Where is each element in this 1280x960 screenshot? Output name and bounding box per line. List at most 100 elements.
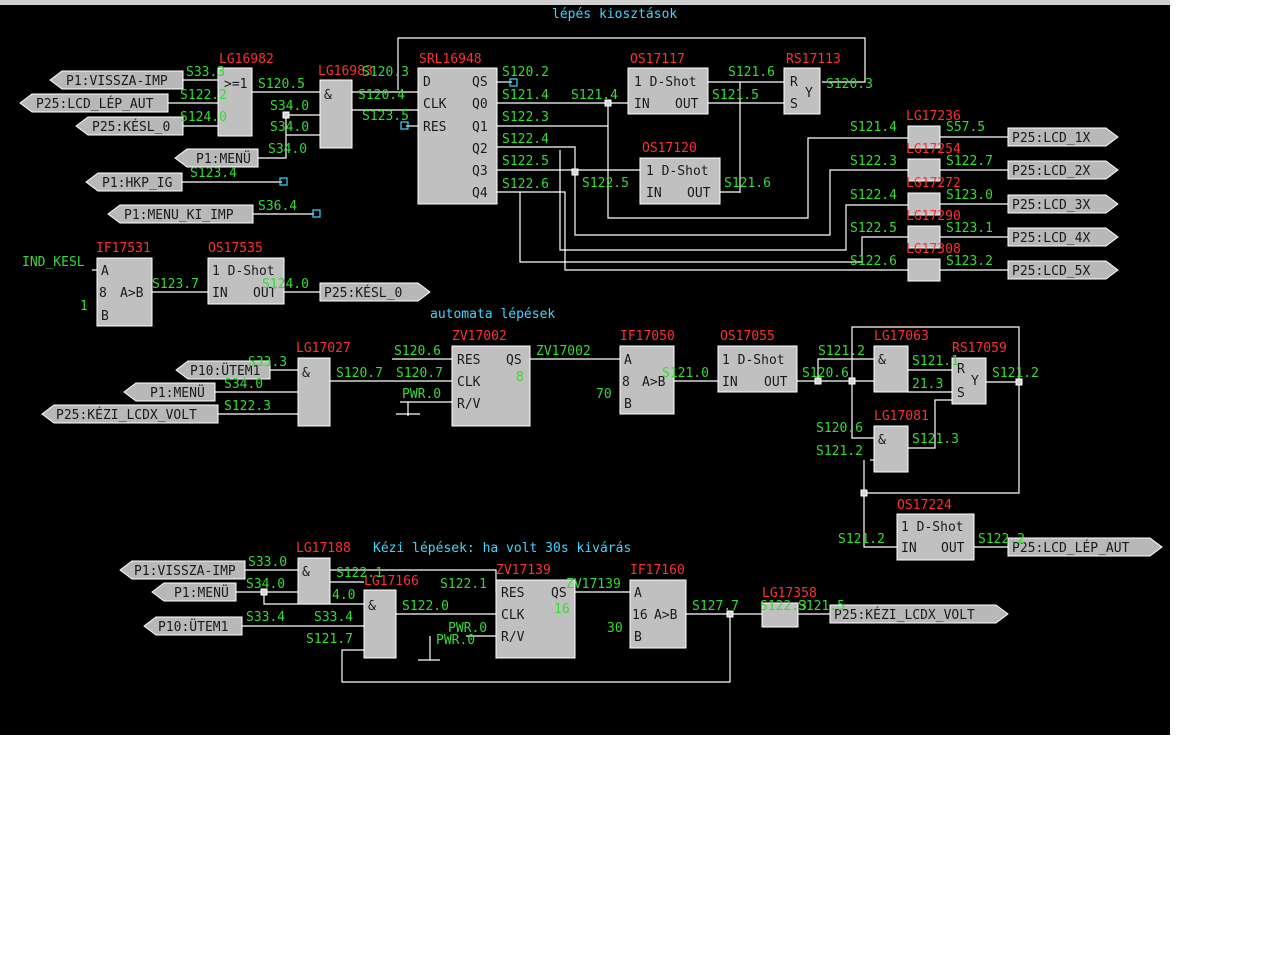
block-text: A>B (120, 286, 144, 301)
signal-label: IND_KESL (22, 255, 85, 270)
signal-label: S122.1 (336, 566, 383, 581)
tag-p1-hkp-ig[interactable]: P1:HKP_IG (85, 172, 183, 192)
block-text: 8 (622, 375, 630, 390)
tag-p25-lcd-5x[interactable]: P25:LCD_5X (1007, 260, 1119, 280)
tag-p25-kesl-0-out[interactable]: P25:KÉSL_0 (319, 282, 431, 302)
block-text: P1:VISSZA-IMP (66, 74, 168, 89)
signal-label: S123.7 (152, 277, 199, 292)
block-lg17166[interactable]: LG17166 & (363, 574, 419, 659)
block-os17120[interactable]: OS17120 1 D-Shot IN OUT (639, 141, 721, 205)
tag-p25-lcd-2x[interactable]: P25:LCD_2X (1007, 160, 1119, 180)
signal-label: S124.0 (262, 277, 309, 292)
tag-p25-lcd-lep-aut-out[interactable]: P25:LCD_LÉP_AUT (1007, 537, 1163, 557)
signal-label: S123.5 (362, 109, 409, 124)
block-text: LG17081 (874, 409, 929, 424)
block-text: 16 (632, 608, 648, 623)
signal-label: S122.2 (978, 532, 1025, 547)
signal-label: ZV17002 (536, 344, 591, 359)
block-text: P25:LCD_2X (1012, 164, 1090, 179)
block-text: A>B (654, 608, 678, 623)
tag-p1-menu-kezi[interactable]: P1:MENÜ (151, 582, 237, 602)
block-text: & (324, 88, 332, 103)
tag-p1-menu-ki-imp[interactable]: P1:MENU_KI_IMP (107, 204, 254, 224)
tag-p10-utem1-kezi[interactable]: P10:ÜTEM1 (143, 616, 243, 636)
signal-label: S122.4 (502, 132, 549, 147)
signal-label: S122.2 (180, 88, 227, 103)
block-text: ZV17139 (496, 563, 551, 578)
signal-label: S120.3 (362, 65, 409, 80)
signal-label: 1 (80, 299, 88, 314)
block-text: & (368, 599, 376, 614)
tag-p1-menu-auto[interactable]: P1:MENÜ (123, 382, 216, 402)
block-text: Y (805, 86, 813, 101)
signal-label: S36.4 (258, 199, 297, 214)
tag-p25-kezi-lcdx-volt-in[interactable]: P25:KÉZI_LCDX_VOLT (41, 404, 219, 424)
block-text: & (302, 366, 310, 381)
block-text: A (624, 353, 632, 368)
tag-p1-menu[interactable]: P1:MENÜ (174, 148, 259, 168)
block-text: 1 D-Shot (901, 520, 964, 535)
block-text: OUT (764, 375, 788, 390)
block-text: CLK (423, 97, 447, 112)
block-os17535[interactable]: OS17535 1 D-Shot IN OUT (207, 241, 285, 305)
block-text: SRL16948 (419, 52, 482, 67)
block-text: RES (423, 120, 446, 135)
block-text: P25:LCD_5X (1012, 264, 1090, 279)
tag-p25-lcd-3x[interactable]: P25:LCD_3X (1007, 194, 1119, 214)
block-text: IN (646, 186, 662, 201)
block-text: ZV17002 (452, 329, 507, 344)
block-srl16948[interactable]: SRL16948 D CLK RES QS Q0 Q1 Q2 Q3 Q4 (417, 52, 498, 205)
tag-p25-kezi-lcdx-volt-out[interactable]: P25:KÉZI_LCDX_VOLT (829, 604, 1009, 624)
block-text: OS17535 (208, 241, 263, 256)
block-if17531[interactable]: IF17531 A 8 A>B B (96, 241, 153, 327)
signal-label: S127.7 (692, 599, 739, 614)
block-text: CLK (501, 608, 525, 623)
block-text: OUT (675, 97, 699, 112)
block-if17160[interactable]: IF17160 A 16 A>B B (629, 563, 687, 649)
tag-p25-kesl-0-in[interactable]: P25:KÉSL_0 (75, 116, 184, 136)
block-text: LG17027 (296, 341, 351, 356)
signal-label: S121.4 (850, 120, 897, 135)
signal-label: S121.2 (838, 532, 885, 547)
tag-p25-lcd-lep-aut-in[interactable]: P25:LCD_LÉP_AUT (19, 93, 169, 113)
signal-label: S122.6 (502, 177, 549, 192)
block-os17055[interactable]: OS17055 1 D-Shot IN OUT (717, 329, 798, 393)
block-zv17139[interactable]: ZV17139 RES CLK R/V QS 16 (495, 563, 576, 659)
block-lg17027[interactable]: LG17027 & (296, 341, 351, 427)
block-text: A (634, 586, 642, 601)
block-text: Y (971, 374, 979, 389)
signal-label: S33.3 (248, 355, 287, 370)
signal-label: S57.5 (946, 120, 985, 135)
tag-p1-vissza-imp[interactable]: P1:VISSZA-IMP (49, 70, 184, 90)
signal-label: 21.3 (912, 377, 943, 392)
signal-label: ZV17139 (566, 577, 621, 592)
block-os17117[interactable]: OS17117 1 D-Shot IN OUT (627, 52, 709, 115)
block-text: RES (457, 353, 480, 368)
block-text: RES (501, 586, 524, 601)
block-text: IN (722, 375, 738, 390)
block-text: OS17224 (897, 498, 952, 513)
block-text: S (957, 386, 965, 401)
block-text: Q2 (472, 142, 488, 157)
signal-label: S122.3 (760, 599, 807, 614)
block-text: OS17120 (642, 141, 697, 156)
block-zv17002[interactable]: ZV17002 RES CLK R/V QS 8 (451, 329, 531, 427)
block-text: Q1 (472, 120, 488, 135)
block-text: S (790, 97, 798, 112)
block-text: P25:LCD_LÉP_AUT (36, 96, 154, 112)
block-text: CLK (457, 375, 481, 390)
signal-label: S120.6 (816, 421, 863, 436)
signal-label: S123.2 (946, 254, 993, 269)
signal-label: S122.7 (946, 154, 993, 169)
signal-label: S122.3 (224, 399, 271, 414)
block-text: B (624, 397, 632, 412)
signal-label: S34.0 (270, 99, 309, 114)
signal-label: S121.2 (818, 344, 865, 359)
signal-label: PWR.0 (402, 387, 441, 402)
tag-p25-lcd-1x[interactable]: P25:LCD_1X (1007, 127, 1119, 147)
block-os17224[interactable]: OS17224 1 D-Shot IN OUT (896, 498, 975, 561)
block-text: Q4 (472, 186, 488, 201)
block-text: IN (901, 541, 917, 556)
tag-p25-lcd-4x[interactable]: P25:LCD_4X (1007, 227, 1119, 247)
tag-p1-vissza-imp-kezi[interactable]: P1:VISSZA-IMP (119, 560, 246, 580)
